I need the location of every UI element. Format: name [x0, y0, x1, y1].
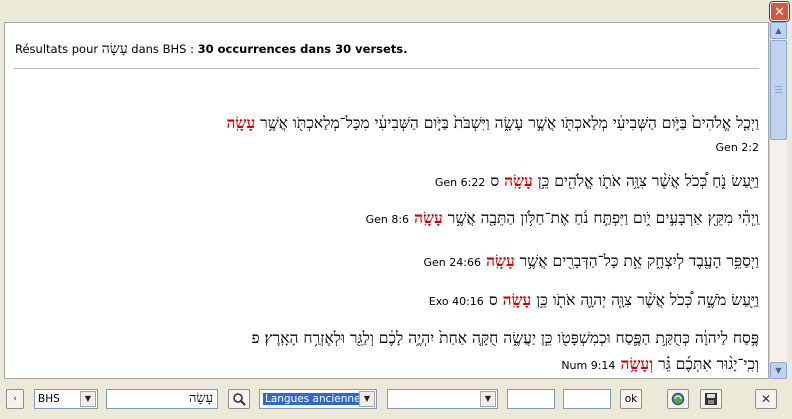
header-term: עָשָׂה — [101, 41, 128, 57]
filter-select-1[interactable]: ▼ — [387, 389, 498, 409]
scroll-thumb[interactable] — [770, 40, 787, 140]
chevron-down-icon: ▼ — [80, 391, 96, 407]
language-select[interactable]: Langues anciennes ▼ — [259, 389, 377, 409]
scroll-down-button[interactable]: ▼ — [770, 362, 787, 379]
verse-line[interactable]: Gen 8:6 וַֽיְהִ֕י מִקֵּ֖ץ אַרְבָּעִ֣ים י… — [366, 208, 759, 228]
verse-hit: עָשָֽׂה — [504, 171, 533, 190]
app-window: ✕ Résultats pour עָשָׂה dans BHS : 30 oc… — [0, 0, 792, 419]
header-summary: 30 occurrences dans 30 versets. — [197, 42, 408, 56]
verse-hit: עָשָֽׂה — [414, 208, 443, 227]
scroll-up-button[interactable]: ▲ — [770, 22, 787, 39]
corpus-select[interactable]: BHS ▼ — [34, 389, 98, 409]
verse-line[interactable]: Num 9:14 וְכִֽי־יָג֨וּר אִתְּכֶ֜ם גֵּ֗ר … — [561, 354, 759, 374]
verse-ref[interactable]: Gen 6:22 — [435, 176, 485, 189]
window-close-button[interactable]: ✕ — [770, 2, 789, 21]
chevron-down-icon: ▼ — [480, 391, 496, 407]
ok-button[interactable]: ok — [620, 389, 642, 409]
verse-ref[interactable]: Exo 40:16 — [429, 295, 484, 308]
chevron-down-icon: ▼ — [359, 391, 375, 407]
globe-refresh-icon — [671, 392, 685, 406]
floppy-disk-icon — [705, 393, 717, 405]
range-field-2[interactable] — [563, 389, 611, 409]
back-button[interactable]: ‹ — [6, 389, 24, 409]
verse-hit: עָשָֽׂה — [502, 290, 532, 309]
magnifier-icon — [233, 393, 246, 406]
search-button[interactable] — [228, 389, 250, 409]
verse-hit: עָשָֽׂה — [486, 251, 515, 270]
close-results-button[interactable]: ✕ — [755, 389, 777, 409]
bottom-toolbar: ‹ BHS ▼ עָשָׂה Langues anciennes ▼ ▼ ok — [0, 382, 792, 419]
divider — [14, 68, 759, 69]
verse-ref[interactable]: Gen 2:2 — [716, 141, 759, 154]
verse-hit: וְעָשָׂ֥ה — [620, 354, 654, 373]
verse-ref[interactable]: Num 9:14 — [561, 359, 615, 372]
vertical-scrollbar[interactable]: ▲ ▼ — [769, 22, 787, 379]
range-field-1[interactable] — [507, 389, 555, 409]
verse-ref[interactable]: Gen 8:6 — [366, 213, 409, 226]
results-pane: Résultats pour עָשָׂה dans BHS : 30 occu… — [4, 22, 769, 379]
verse-ref[interactable]: Gen 24:66 — [424, 256, 481, 269]
verse-hit: עָשָֽׂה — [226, 113, 256, 132]
refresh-button[interactable] — [667, 389, 689, 409]
verse-line[interactable]: Gen 24:66 וַיְסַפֵּ֥ר הָעֶ֖בֶד לְיִצְחָ֑… — [424, 251, 760, 271]
save-button[interactable] — [700, 389, 722, 409]
results-header: Résultats pour עָשָׂה dans BHS : 30 occu… — [15, 41, 408, 58]
search-input[interactable]: עָשָׂה — [106, 389, 218, 409]
verse-line[interactable]: פֶּ֣סַח לַיהוָ֔ה כְּחֻקַּ֥ת הַפֶּ֛סַח וּ… — [252, 328, 760, 348]
verse-line[interactable]: Gen 6:22 וַיַּ֖עַשׂ נֹ֑חַ כְּ֠כֹל אֲשֶׁ֨… — [435, 171, 759, 191]
header-middle: dans BHS : — [127, 42, 198, 56]
header-prefix: Résultats pour — [15, 42, 102, 56]
verse-line[interactable]: וַיְכַ֤ל אֱלֹהִים֙ בַּיֹּ֣ום הַשְּׁבִיעִ… — [226, 113, 759, 133]
verse-line[interactable]: Exo 40:16 וַיַּ֖עַשׂ מֹשֶׁ֑ה כְּ֠כֹל אֲש… — [429, 290, 759, 310]
